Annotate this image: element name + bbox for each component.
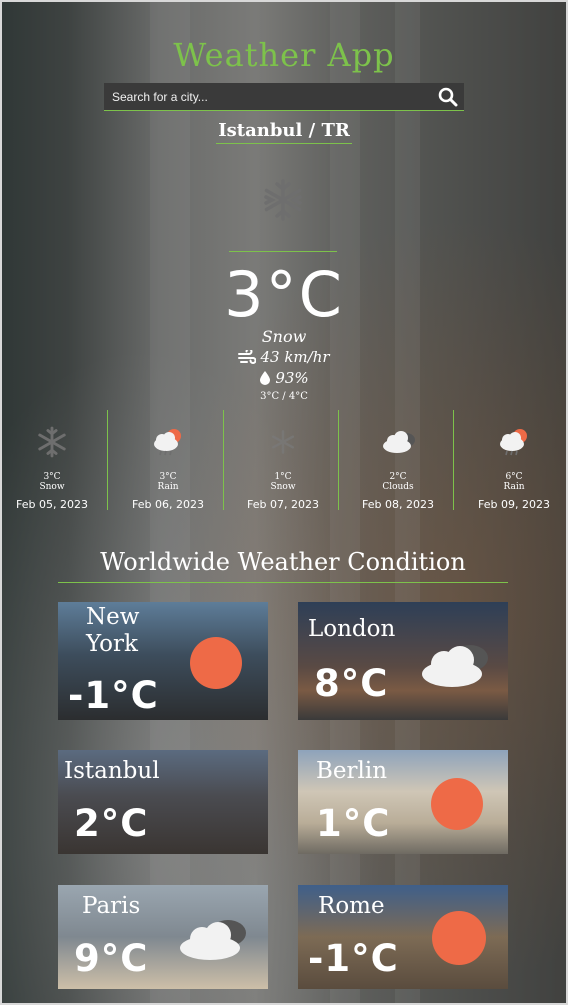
forecast-condition: Rain (503, 482, 525, 492)
city-card-new-york[interactable]: New York -1°C (58, 602, 268, 720)
city-card-rome[interactable]: Rome -1°C (298, 885, 508, 989)
search-input[interactable] (104, 83, 424, 110)
forecast-date: Feb 09, 2023 (478, 498, 550, 511)
forecast-day[interactable]: 3°C Rain Feb 06, 2023 (112, 410, 224, 511)
forecast-temp: 1°C (274, 472, 292, 482)
city-card-istanbul[interactable]: Istanbul 2°C (58, 750, 268, 854)
city-temperature: 1°C (316, 802, 391, 845)
humidity-value: 93% (275, 369, 309, 387)
snowflake-icon (261, 178, 305, 222)
rain-sun-icon (496, 424, 532, 460)
forecast-date: Feb 08, 2023 (362, 498, 434, 511)
forecast-condition: Snow (39, 482, 65, 492)
forecast-condition: Clouds (382, 482, 414, 492)
divider (107, 410, 108, 510)
forecast-day[interactable]: 1°C Snow Feb 07, 2023 (227, 410, 339, 511)
city-temperature: 2°C (74, 802, 149, 845)
city-name: Rome (318, 893, 385, 919)
forecast-condition: Rain (157, 482, 179, 492)
city-name: Istanbul (64, 758, 160, 784)
city-temperature: -1°C (308, 937, 399, 980)
city-temperature: 9°C (74, 937, 149, 980)
divider (58, 582, 508, 583)
location-label: Istanbul / TR (216, 120, 352, 144)
forecast-date: Feb 06, 2023 (132, 498, 204, 511)
current-temperature: 3°C (224, 258, 344, 331)
sun-icon (190, 637, 242, 689)
city-temperature: 8°C (314, 662, 389, 705)
rain-sun-icon (150, 424, 186, 460)
forecast-temp: 2°C (389, 472, 407, 482)
forecast-temp: 3°C (43, 472, 61, 482)
forecast-day[interactable]: 3°C Snow Feb 05, 2023 (0, 410, 108, 511)
current-location: Istanbul / TR (0, 120, 568, 144)
forecast-temp: 3°C (159, 472, 177, 482)
city-card-paris[interactable]: Paris 9°C (58, 885, 268, 989)
divider (338, 410, 339, 510)
city-name: London (308, 616, 396, 642)
app-title: Weather App (173, 36, 395, 74)
droplet-icon (260, 371, 271, 385)
snowflake-icon (265, 424, 301, 460)
forecast-day[interactable]: 2°C Clouds Feb 08, 2023 (342, 410, 454, 511)
city-temperature: -1°C (68, 674, 159, 717)
divider (229, 251, 337, 252)
forecast-condition: Snow (270, 482, 296, 492)
snowflake-icon (34, 424, 70, 460)
humidity: 93% (0, 369, 568, 387)
current-condition: Snow (261, 327, 307, 346)
wind-icon (238, 348, 257, 364)
city-name: New York (86, 604, 140, 657)
divider (453, 410, 454, 510)
city-card-london[interactable]: London 8°C (298, 602, 508, 720)
wind-speed: 43 km/hr (0, 348, 568, 366)
forecast-date: Feb 05, 2023 (16, 498, 88, 511)
city-card-berlin[interactable]: Berlin 1°C (298, 750, 508, 854)
wind-value: 43 km/hr (260, 348, 330, 366)
worldwide-title: Worldwide Weather Condition (100, 548, 466, 576)
forecast-date: Feb 07, 2023 (247, 498, 319, 511)
divider (223, 410, 224, 510)
search-icon[interactable] (438, 87, 458, 107)
cloud-icon (176, 913, 256, 967)
city-name: Berlin (316, 758, 388, 784)
forecast-temp: 6°C (505, 472, 523, 482)
sun-icon (432, 911, 486, 965)
cloud-icon (418, 636, 498, 694)
city-name: Paris (82, 893, 141, 919)
cloud-icon (380, 424, 416, 460)
sun-icon (431, 778, 483, 830)
min-max-temperature: 3°C / 4°C (260, 391, 308, 402)
forecast-row: 3°C Snow Feb 05, 2023 3°C Rain Feb 06, 2… (0, 410, 568, 511)
search-bar (104, 83, 464, 111)
forecast-day[interactable]: 6°C Rain Feb 09, 2023 (458, 410, 568, 511)
